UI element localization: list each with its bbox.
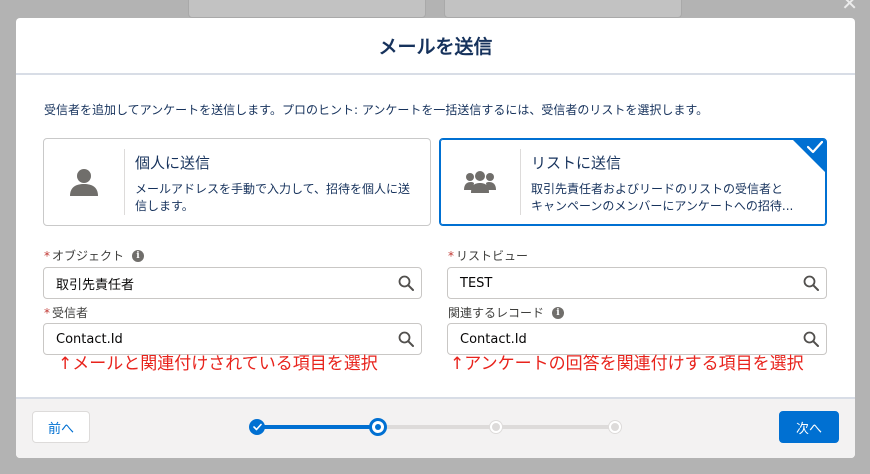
required-marker: * xyxy=(44,248,50,263)
related-record-label: 関連するレコード i xyxy=(448,304,565,321)
list-view-label: * リストビュー xyxy=(448,247,528,264)
background-card xyxy=(188,0,426,18)
search-icon[interactable] xyxy=(391,275,421,291)
option-divider xyxy=(124,149,125,215)
modal-title: メールを送信 xyxy=(378,36,493,58)
recipient-value: Contact.Id xyxy=(56,331,123,347)
option-description: 取引先責任者およびリードのリストの受信者と キャンペーンのメンバーにアンケートへ… xyxy=(531,181,816,215)
check-icon xyxy=(807,140,823,154)
option-description-line: 取引先責任者およびリードのリストの受信者と xyxy=(531,182,784,196)
related-record-value: Contact.Id xyxy=(460,331,527,347)
list-view-value: TEST xyxy=(460,275,493,291)
option-divider xyxy=(520,149,521,215)
previous-button[interactable]: 前へ xyxy=(32,411,90,443)
object-lookup[interactable]: 取引先責任者 xyxy=(43,267,422,299)
search-icon[interactable] xyxy=(391,331,421,347)
close-icon[interactable]: ✕ xyxy=(841,0,858,13)
next-button[interactable]: 次へ xyxy=(779,411,839,443)
annotation-left: ↑メールと関連付けされている項目を選択 xyxy=(58,354,378,374)
list-view-label-text: リストビュー xyxy=(456,249,529,263)
required-marker: * xyxy=(44,305,50,320)
intro-text: 受信者を追加してアンケートを送信します。プロのヒント: アンケートを一括送信する… xyxy=(44,103,709,117)
recipient-label-text: 受信者 xyxy=(52,306,89,320)
modal-footer: 前へ 次へ xyxy=(16,397,855,458)
annotation-right: ↑アンケートの回答を関連付けする項目を選択 xyxy=(450,354,804,374)
search-icon[interactable] xyxy=(796,331,826,347)
option-description-line: キャンペーンのメンバーにアンケートへの招待... xyxy=(531,199,794,213)
option-description: メールアドレスを手動で入力して、招待を個人に送信します。 xyxy=(135,182,411,213)
option-title: リストに送信 xyxy=(531,154,622,172)
progress-step-2[interactable] xyxy=(369,418,387,436)
info-icon[interactable]: i xyxy=(132,249,145,262)
background-card xyxy=(444,0,682,18)
progress-step-1[interactable] xyxy=(249,419,265,435)
object-value: 取引先責任者 xyxy=(56,277,135,293)
progress-bar-complete xyxy=(257,425,378,429)
search-icon[interactable] xyxy=(796,275,826,291)
progress-step-4[interactable] xyxy=(609,421,621,433)
recipient-label: * 受信者 xyxy=(44,304,88,321)
object-label-text: オブジェクト xyxy=(52,249,125,263)
modal-header: メールを送信 xyxy=(16,18,855,75)
progress-step-3[interactable] xyxy=(490,421,502,433)
required-marker: * xyxy=(448,248,454,263)
send-to-individual-option[interactable]: 個人に送信 メールアドレスを手動で入力して、招待を個人に送信します。 xyxy=(43,138,431,226)
send-to-list-option[interactable]: リストに送信 取引先責任者およびリードのリストの受信者と キャンペーンのメンバー… xyxy=(439,138,827,226)
groups-icon xyxy=(440,139,520,225)
send-email-modal: メールを送信 受信者を追加してアンケートを送信します。プロのヒント: アンケート… xyxy=(16,18,855,458)
info-icon[interactable]: i xyxy=(552,306,565,319)
option-title: 個人に送信 xyxy=(135,154,211,172)
user-icon xyxy=(44,139,124,225)
related-record-label-text: 関連するレコード xyxy=(448,306,545,320)
object-label: * オブジェクト i xyxy=(44,247,145,264)
check-icon xyxy=(252,423,262,431)
list-view-lookup[interactable]: TEST xyxy=(447,267,827,299)
